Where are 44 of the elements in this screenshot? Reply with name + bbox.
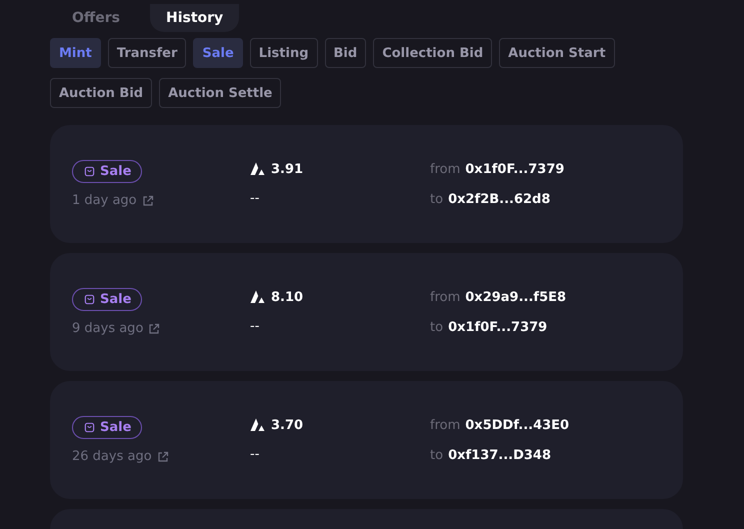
filter-chip[interactable]: Bid	[324, 38, 366, 68]
filter-chip[interactable]: Auction Start	[499, 38, 615, 68]
filter-chip[interactable]: Sale	[193, 38, 243, 68]
triangle-logo-icon	[250, 162, 266, 176]
filter-chip[interactable]: Auction Bid	[50, 78, 152, 108]
external-link-icon	[148, 322, 160, 334]
tab[interactable]: Offers	[56, 4, 136, 32]
triangle-logo-icon	[250, 290, 266, 304]
time-link[interactable]: 1 day ago	[72, 193, 250, 208]
external-link-icon	[156, 450, 169, 462]
time-link[interactable]: 26 days ago	[72, 449, 250, 464]
address-link[interactable]: 0x5DDf...43E0	[465, 418, 570, 432]
address-link[interactable]: 0x1f0F...7379	[465, 162, 564, 176]
filter-chip[interactable]: Auction Settle	[159, 78, 282, 108]
external-link-icon	[142, 194, 154, 206]
from-label: from	[430, 290, 460, 304]
to-label: to	[430, 192, 444, 206]
to-label: to	[430, 448, 444, 462]
filter-chip[interactable]: Listing	[250, 38, 318, 68]
bag-icon	[84, 294, 95, 305]
filter-chip[interactable]: Mint	[50, 38, 101, 68]
tab[interactable]: History	[150, 4, 240, 32]
address-link[interactable]: 0x1f0F...7379	[448, 320, 548, 334]
bag-icon	[84, 166, 95, 177]
from-label: from	[430, 162, 460, 176]
filter-chip[interactable]: Collection Bid	[373, 38, 492, 68]
usd-price: --	[250, 446, 260, 464]
usd-price: --	[250, 190, 260, 208]
event-type-badge: Sale	[72, 160, 142, 183]
bag-icon	[84, 422, 95, 433]
address-link[interactable]: 0xf137...D348	[448, 448, 552, 462]
event-type-badge: Sale	[72, 416, 142, 439]
event-type-badge: Sale	[72, 288, 142, 311]
price: 8.10	[271, 290, 304, 304]
address-link[interactable]: 0x2f2B...62d8	[448, 192, 550, 206]
time-link[interactable]: 9 days ago	[72, 321, 250, 336]
price: 3.91	[271, 162, 304, 176]
price: 3.70	[271, 418, 304, 432]
usd-price: --	[250, 318, 260, 336]
triangle-logo-icon	[250, 418, 266, 432]
address-link[interactable]: 0x29a9...f5E8	[465, 290, 566, 304]
from-label: from	[430, 418, 460, 432]
to-label: to	[430, 320, 444, 334]
filter-chip[interactable]: Transfer	[108, 38, 186, 68]
